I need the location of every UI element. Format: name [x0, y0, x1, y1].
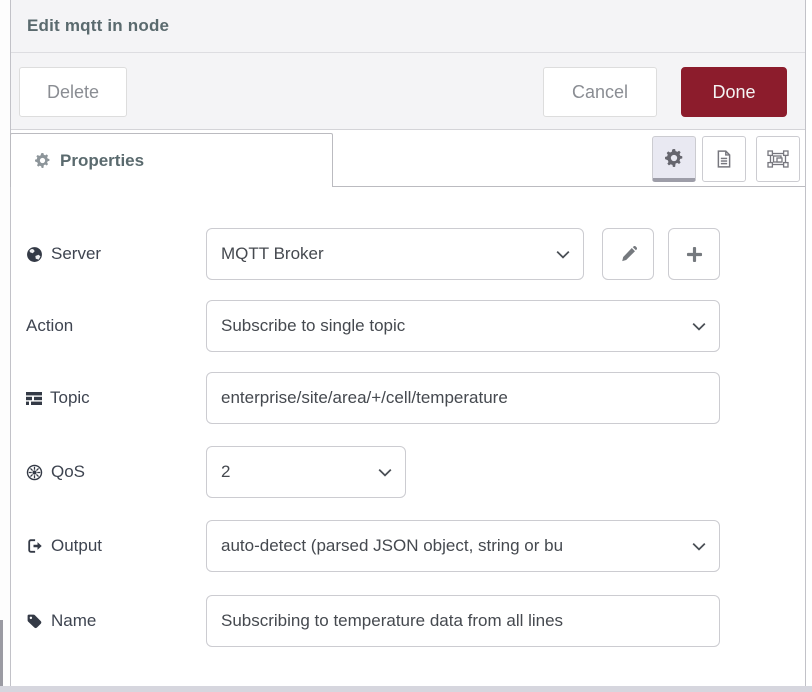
qos-select-value: 2 [221, 462, 230, 482]
output-select-value: auto-detect (parsed JSON object, string … [221, 536, 563, 556]
add-server-button[interactable] [668, 228, 720, 280]
name-row: Name [26, 595, 805, 647]
output-row: Output auto-detect (parsed JSON object, … [26, 520, 805, 572]
action-label: Action [26, 316, 206, 336]
done-button[interactable]: Done [681, 67, 787, 117]
qos-label: QoS [26, 462, 206, 482]
tasks-icon [26, 391, 42, 406]
delete-button[interactable]: Delete [19, 67, 127, 117]
workspace-left-sliver [0, 0, 10, 686]
tab-properties-label: Properties [60, 151, 144, 171]
gear-icon [35, 153, 50, 168]
appearance-icon [767, 149, 789, 169]
server-select-value: MQTT Broker [221, 244, 324, 264]
sign-out-icon [26, 538, 43, 554]
dialog-title: Edit mqtt in node [27, 16, 169, 36]
edit-server-button[interactable] [602, 228, 654, 280]
dialog-toolbar: Delete Cancel Done [11, 53, 805, 130]
chevron-down-icon [692, 322, 706, 331]
output-select[interactable]: auto-detect (parsed JSON object, string … [206, 520, 720, 572]
plus-icon [686, 246, 703, 263]
cancel-button[interactable]: Cancel [543, 67, 657, 117]
dialog-header: Edit mqtt in node [11, 0, 805, 53]
chevron-down-icon [556, 250, 570, 259]
action-select[interactable]: Subscribe to single topic [206, 300, 720, 352]
tag-icon [26, 613, 43, 630]
description-tab-button[interactable] [702, 136, 746, 182]
globe-icon [26, 246, 43, 263]
pencil-icon [620, 246, 637, 263]
output-label: Output [26, 536, 206, 556]
empire-icon [26, 464, 43, 481]
edit-mqtt-dialog: Edit mqtt in node Delete Cancel Done Pro… [10, 0, 806, 686]
properties-tab-button[interactable] [652, 136, 696, 182]
gear-icon [665, 149, 683, 167]
topic-row: Topic [26, 372, 805, 424]
name-input[interactable] [206, 595, 720, 647]
editor-tab-bar: Properties [11, 130, 805, 187]
action-row: Action Subscribe to single topic [26, 300, 805, 352]
properties-form: Server MQTT Broker [11, 187, 805, 685]
action-select-value: Subscribe to single topic [221, 316, 405, 336]
workspace-bottom-sliver [0, 686, 812, 692]
chevron-down-icon [378, 468, 392, 477]
tab-properties[interactable]: Properties [10, 133, 333, 187]
appearance-tab-button[interactable] [756, 136, 800, 182]
name-label: Name [26, 611, 206, 631]
topic-input[interactable] [206, 372, 720, 424]
edit-node-tray: Edit mqtt in node Delete Cancel Done Pro… [0, 0, 812, 692]
server-select[interactable]: MQTT Broker [206, 228, 584, 280]
qos-select[interactable]: 2 [206, 446, 406, 498]
qos-row: QoS 2 [26, 446, 805, 498]
server-row: Server MQTT Broker [26, 228, 805, 280]
topic-label: Topic [26, 388, 206, 408]
chevron-down-icon [692, 542, 706, 551]
workspace-scrollbar[interactable] [0, 620, 3, 686]
server-label: Server [26, 244, 206, 264]
file-icon [715, 149, 733, 169]
